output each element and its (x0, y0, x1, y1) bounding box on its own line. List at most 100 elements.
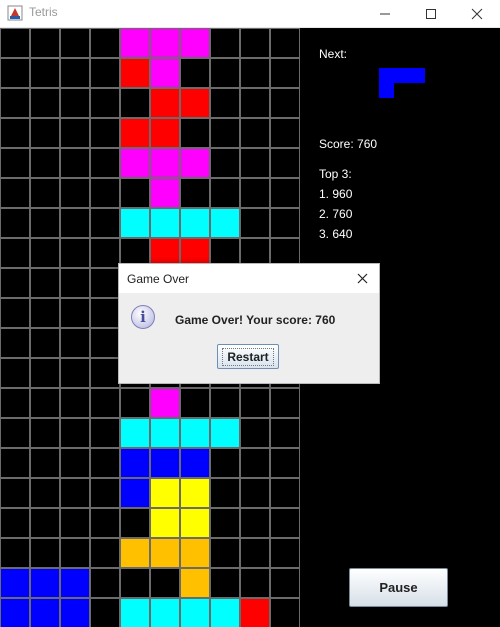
board-cell-empty (0, 448, 30, 478)
top-score-1: 1. 960 (319, 187, 353, 201)
board-cell-empty (210, 28, 240, 58)
board-cell-empty (90, 268, 120, 298)
board-cell-empty (90, 88, 120, 118)
board-cell-empty (0, 118, 30, 148)
board-cell-empty (210, 478, 240, 508)
board-cell-empty (30, 298, 60, 328)
board-cell-empty (30, 388, 60, 418)
board-block (0, 568, 30, 598)
board-cell-empty (90, 328, 120, 358)
java-app-icon (7, 5, 23, 21)
board-cell-empty (0, 238, 30, 268)
board-cell-empty (0, 358, 30, 388)
board-block (0, 598, 30, 627)
board-cell-empty (60, 328, 90, 358)
score-text: Score: 760 (319, 137, 378, 151)
board-cell-empty (0, 28, 30, 58)
board-block (210, 208, 240, 238)
top-score-2: 2. 760 (319, 207, 353, 221)
board-cell-empty (120, 568, 150, 598)
board-cell-empty (270, 178, 300, 208)
board-cell-empty (60, 268, 90, 298)
board-block (180, 568, 210, 598)
board-cell-empty (0, 508, 30, 538)
minimize-icon (380, 13, 390, 14)
board-block (150, 178, 180, 208)
board-cell-empty (270, 58, 300, 88)
board-block (120, 118, 150, 148)
board-block (120, 208, 150, 238)
info-icon: i (131, 305, 155, 329)
board-cell-empty (90, 538, 120, 568)
board-cell-empty (60, 58, 90, 88)
dialog-close-button[interactable] (352, 268, 372, 288)
board-block (120, 448, 150, 478)
board-cell-empty (60, 418, 90, 448)
maximize-button[interactable] (408, 0, 454, 27)
board-cell-empty (240, 118, 270, 148)
board-cell-empty (150, 568, 180, 598)
board-cell-empty (240, 568, 270, 598)
board-cell-empty (90, 118, 120, 148)
board-cell-empty (30, 178, 60, 208)
board-cell-empty (60, 448, 90, 478)
board-cell-empty (30, 148, 60, 178)
board-cell-empty (270, 598, 300, 627)
board-block (150, 208, 180, 238)
minimize-button[interactable] (362, 0, 408, 27)
pause-button[interactable]: Pause (349, 568, 448, 607)
dialog-titlebar: Game Over (119, 264, 379, 293)
board-cell-empty (60, 88, 90, 118)
board-cell-empty (270, 88, 300, 118)
board-cell-empty (120, 508, 150, 538)
board-cell-empty (240, 538, 270, 568)
board-cell-empty (0, 208, 30, 238)
board-cell-empty (90, 478, 120, 508)
board-cell-empty (30, 538, 60, 568)
window-title: Tetris (29, 5, 58, 19)
board-cell-empty (0, 298, 30, 328)
next-label: Next: (319, 47, 348, 61)
board-cell-empty (60, 178, 90, 208)
restart-button-label: Restart (222, 347, 274, 366)
board-cell-empty (0, 58, 30, 88)
board-cell-empty (90, 568, 120, 598)
close-icon (471, 8, 483, 19)
board-cell-empty (90, 298, 120, 328)
board-block (240, 598, 270, 627)
board-cell-empty (30, 88, 60, 118)
board-block (180, 538, 210, 568)
board-cell-empty (60, 508, 90, 538)
maximize-icon (426, 8, 436, 19)
board-block (150, 28, 180, 58)
board-cell-empty (210, 568, 240, 598)
board-cell-empty (0, 328, 30, 358)
preview-block (379, 83, 394, 98)
board-block (150, 448, 180, 478)
board-cell-empty (240, 148, 270, 178)
board-cell-empty (240, 478, 270, 508)
board-block (180, 28, 210, 58)
board-cell-empty (0, 178, 30, 208)
board-cell-empty (210, 388, 240, 418)
board-block (180, 598, 210, 627)
board-cell-empty (210, 508, 240, 538)
board-cell-empty (270, 118, 300, 148)
board-cell-empty (90, 238, 120, 268)
board-block (120, 148, 150, 178)
board-cell-empty (240, 418, 270, 448)
board-cell-empty (60, 538, 90, 568)
board-cell-empty (210, 178, 240, 208)
close-button[interactable] (454, 0, 500, 27)
board-cell-empty (30, 508, 60, 538)
close-icon (357, 273, 367, 283)
restart-button[interactable]: Restart (217, 344, 279, 369)
board-cell-empty (60, 298, 90, 328)
board-cell-empty (90, 208, 120, 238)
board-cell-empty (30, 358, 60, 388)
board-cell-empty (210, 148, 240, 178)
board-block (180, 508, 210, 538)
board-cell-empty (30, 418, 60, 448)
board-cell-empty (270, 568, 300, 598)
board-block (60, 598, 90, 627)
